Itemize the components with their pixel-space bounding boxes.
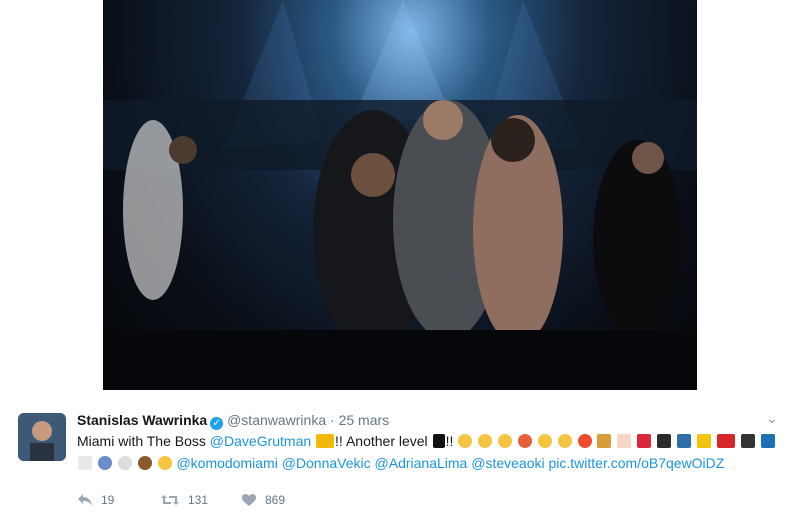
person-emoji-icon: [677, 434, 692, 448]
sparkler-emoji-icon: [760, 434, 775, 448]
tweet-header: Stanislas Wawrinka ✓ @stanwawrinka · 25 m…: [77, 412, 389, 430]
tweet-text-segment-2: !! Another level: [335, 433, 428, 449]
face-emoji-icon: [498, 434, 513, 448]
media-container: [0, 0, 798, 390]
mention-davegrutman[interactable]: @DaveGrutman: [210, 433, 311, 449]
tweet-text-segment-3: !!: [445, 433, 454, 449]
chevron-down-icon[interactable]: ⌄: [766, 410, 778, 427]
warning-emoji-icon: [696, 434, 711, 448]
panda-emoji-icon: [117, 456, 132, 470]
drink-emoji-icon: [597, 434, 612, 448]
author-handle[interactable]: @stanwawrinka: [227, 412, 326, 428]
avatar-image: [18, 413, 66, 461]
sos-emoji-icon: [716, 434, 735, 448]
collision-emoji-icon: [577, 434, 592, 448]
author-name[interactable]: Stanislas Wawrinka: [77, 412, 207, 428]
mention-komodomiami[interactable]: @komodomiami: [176, 455, 277, 471]
pic-link[interactable]: pic.twitter.com/oB7qewOiDZ: [548, 455, 724, 471]
kiss-face-emoji-icon: [157, 456, 172, 470]
joy-emoji-icon: [557, 434, 572, 448]
verified-badge-icon: ✓: [210, 417, 224, 430]
separator-dot: ·: [330, 412, 335, 428]
music-score-emoji-icon: [78, 456, 92, 470]
mention-donnavekic[interactable]: @DonnaVekic: [282, 455, 371, 471]
kissing-face-emoji-icon: [478, 434, 493, 448]
like-button[interactable]: 869: [241, 493, 285, 507]
thinking-face-emoji-icon: [458, 434, 473, 448]
man-dancing-emoji-icon: [657, 434, 672, 448]
reply-count: 19: [101, 493, 115, 507]
tweet-text-segment-1: Miami with The Boss: [77, 433, 206, 449]
fireworks-emoji-icon: [517, 434, 532, 448]
reply-button[interactable]: 19: [77, 493, 114, 507]
tweet-date[interactable]: 25 mars: [339, 412, 390, 428]
retweet-icon: [161, 495, 179, 505]
tweet-photo[interactable]: [103, 0, 697, 390]
heart-icon: [242, 494, 256, 506]
cake-emoji-icon: [617, 434, 632, 448]
retweet-button[interactable]: 131: [160, 493, 208, 507]
crown-emoji-icon: [316, 434, 335, 448]
sunglasses-emoji-icon: [537, 434, 552, 448]
mention-steveaoki[interactable]: @steveaoki: [471, 455, 544, 471]
tweet-text: Miami with The Boss @DaveGrutman !! Anot…: [77, 430, 789, 474]
bear-emoji-icon: [137, 456, 152, 470]
camera-emoji-icon: [740, 434, 755, 448]
dancer-emoji-icon: [637, 434, 652, 448]
mention-adrianalima[interactable]: @AdrianaLima: [375, 455, 468, 471]
top-emoji-icon: [432, 434, 445, 448]
avatar[interactable]: [18, 413, 66, 461]
headphones-emoji-icon: [97, 456, 112, 470]
retweet-count: 131: [188, 493, 209, 507]
like-count: 869: [265, 493, 286, 507]
reply-icon: [78, 494, 92, 506]
